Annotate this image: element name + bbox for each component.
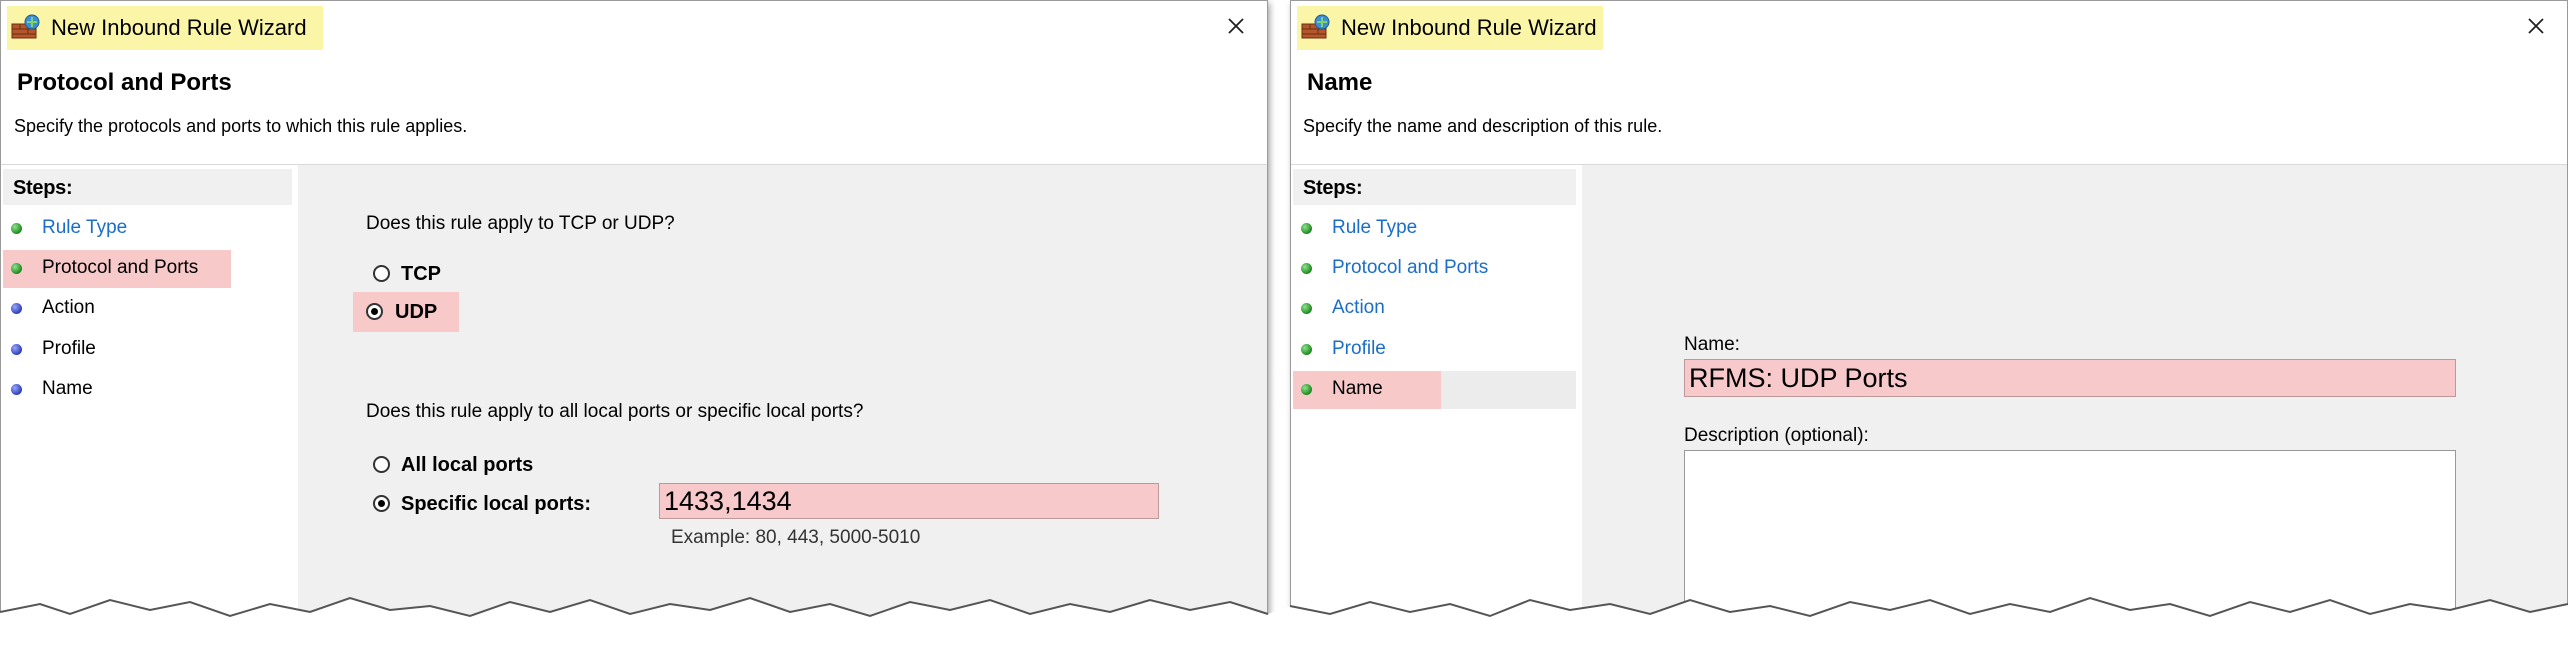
step-label: Profile xyxy=(42,338,96,359)
page-description: Specify the name and description of this… xyxy=(1303,116,1663,136)
close-icon[interactable] xyxy=(1223,13,1249,39)
radio-button-icon[interactable] xyxy=(373,495,390,512)
step-name: Name xyxy=(1,371,298,411)
page-title: Name xyxy=(1307,69,1373,96)
step-action[interactable]: Action xyxy=(1291,290,1582,330)
firewall-app-icon xyxy=(1301,14,1330,39)
radio-label-all-ports: All local ports xyxy=(401,454,534,476)
step-dot-blue-icon xyxy=(11,384,22,395)
steps-title: Steps: xyxy=(13,177,73,199)
step-dot-green-icon xyxy=(1301,303,1312,314)
page-title: Protocol and Ports xyxy=(17,69,232,96)
window-title: New Inbound Rule Wizard xyxy=(1341,15,1597,40)
title-bar: New Inbound Rule Wizard xyxy=(1,1,1267,53)
description-label: Description (optional): xyxy=(1684,425,1869,446)
radio-label-specific-ports: Specific local ports: xyxy=(401,493,592,515)
rule-name-input[interactable]: RFMS: UDP Ports xyxy=(1684,359,2456,397)
radio-button-icon[interactable] xyxy=(373,265,390,282)
radio-all-local-ports[interactable]: All local ports xyxy=(367,448,627,482)
step-action: Action xyxy=(1,290,298,330)
radio-tcp[interactable]: TCP xyxy=(367,257,487,291)
ports-question: Does this rule apply to all local ports … xyxy=(366,401,864,422)
content-panel xyxy=(304,165,1267,635)
step-label: Action xyxy=(1332,297,1385,318)
step-label: Protocol and Ports xyxy=(42,257,199,278)
step-profile: Profile xyxy=(1,331,298,371)
radio-specific-local-ports[interactable]: Specific local ports: xyxy=(367,487,637,521)
step-protocol-and-ports[interactable]: Protocol and Ports xyxy=(1,250,298,290)
step-dot-green-icon xyxy=(11,263,22,274)
page-description: Specify the protocols and ports to which… xyxy=(14,116,468,136)
step-dot-blue-icon xyxy=(11,344,22,355)
radio-label-tcp: TCP xyxy=(401,263,441,285)
steps-panel: Steps: Rule Type Protocol and Ports Acti… xyxy=(1,165,304,635)
step-dot-green-icon xyxy=(11,223,22,234)
torn-edge-decoration xyxy=(0,596,2568,656)
name-label: Name: xyxy=(1684,334,1740,355)
step-label: Rule Type xyxy=(42,217,128,238)
step-dot-green-icon xyxy=(1301,223,1312,234)
step-label: Name xyxy=(1332,378,1383,399)
radio-label-udp: UDP xyxy=(395,301,438,323)
step-dot-green-icon xyxy=(1301,263,1312,274)
step-name: Name xyxy=(1291,371,1582,411)
wizard-window-protocol-ports: New Inbound Rule Wizard Protocol and Por… xyxy=(0,0,1268,636)
title-bar: New Inbound Rule Wizard xyxy=(1291,1,2567,53)
step-label: Action xyxy=(42,297,95,318)
firewall-app-icon xyxy=(11,14,40,39)
step-label: Profile xyxy=(1332,338,1386,359)
radio-udp[interactable]: UDP xyxy=(353,292,459,332)
protocol-question: Does this rule apply to TCP or UDP? xyxy=(366,213,675,234)
step-dot-blue-icon xyxy=(11,303,22,314)
step-protocol-and-ports[interactable]: Protocol and Ports xyxy=(1291,250,1582,290)
steps-panel: Steps: Rule Type Protocol and Ports Acti… xyxy=(1291,165,1588,635)
specific-ports-input[interactable]: 1433,1434 xyxy=(659,483,1159,519)
step-rule-type[interactable]: Rule Type xyxy=(1,210,298,250)
step-profile[interactable]: Profile xyxy=(1291,331,1582,371)
radio-button-icon[interactable] xyxy=(366,303,383,320)
step-label: Rule Type xyxy=(1332,217,1418,238)
close-icon[interactable] xyxy=(2523,13,2549,39)
step-rule-type[interactable]: Rule Type xyxy=(1291,210,1582,250)
step-dot-green-icon xyxy=(1301,384,1312,395)
ports-example-hint: Example: 80, 443, 5000-5010 xyxy=(671,527,921,548)
window-title: New Inbound Rule Wizard xyxy=(51,15,307,40)
step-label: Name xyxy=(42,378,93,399)
step-dot-green-icon xyxy=(1301,344,1312,355)
step-label: Protocol and Ports xyxy=(1332,257,1489,278)
radio-button-icon[interactable] xyxy=(373,456,390,473)
steps-title: Steps: xyxy=(1303,177,1363,199)
